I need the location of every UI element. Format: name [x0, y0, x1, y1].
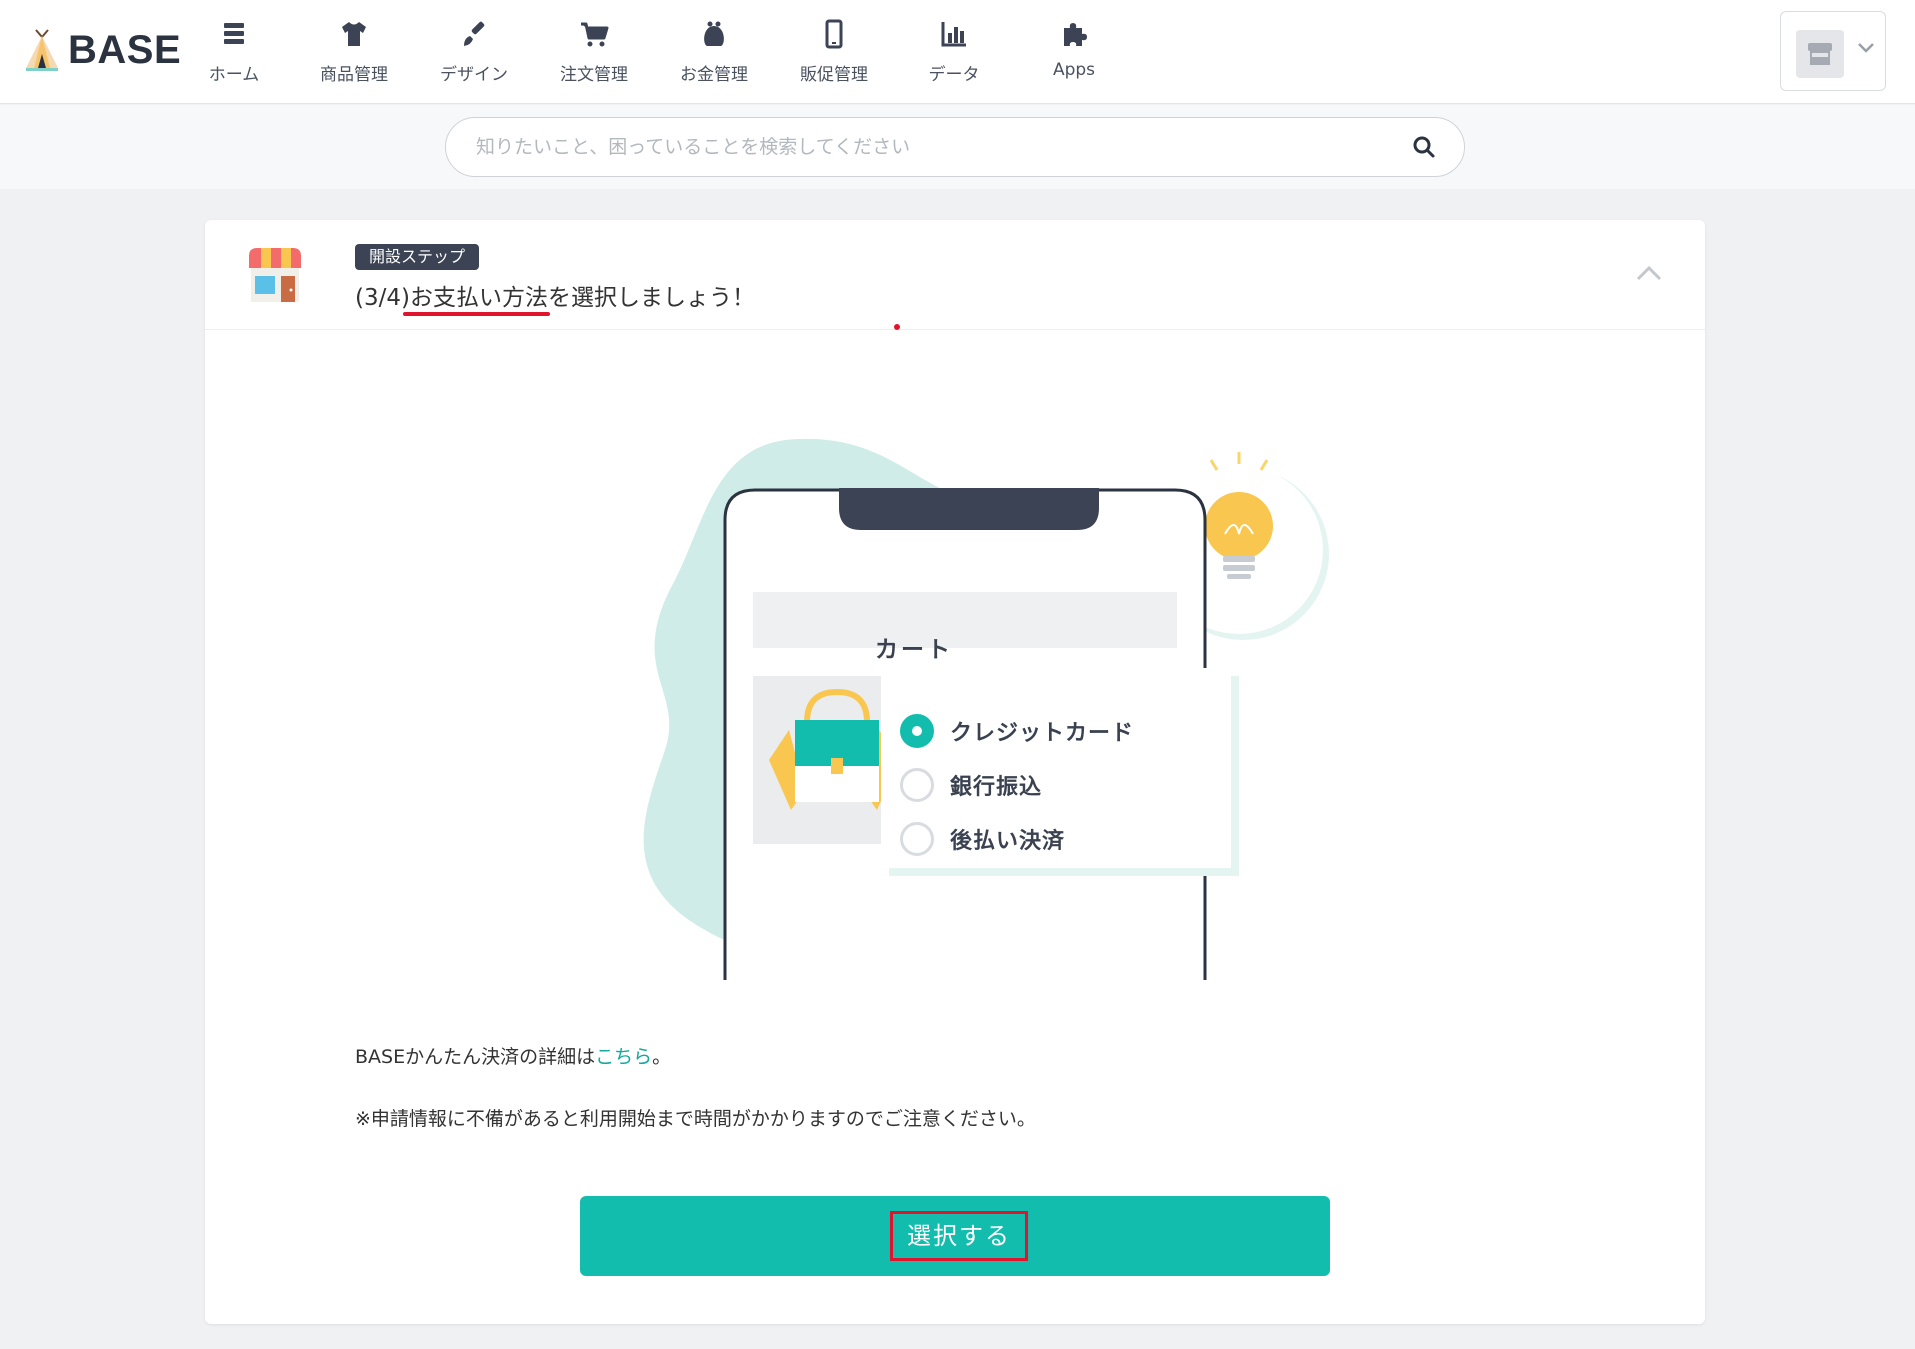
step-badge: 開設ステップ: [355, 244, 480, 270]
nav-item-apps[interactable]: Apps: [1014, 0, 1134, 104]
radio-unselected[interactable]: [900, 768, 934, 802]
radio-selected[interactable]: [900, 714, 934, 748]
storefront-icon: [1808, 43, 1832, 65]
payment-options-panel: クレジットカード 銀行振込 後払い決済: [865, 701, 1205, 901]
notice-text: ※申請情報に不備があると利用開始まで時間がかかりますのでご注意ください。: [355, 1108, 1036, 1130]
cart-icon: [581, 22, 609, 47]
setup-step-card: 開設ステップ (3/4)お支払い方法を選択しましょう！ カート クレジットカード…: [205, 220, 1705, 1324]
home-list-icon: [224, 23, 244, 44]
nav-label-design: デザイン: [440, 65, 508, 85]
payment-option-credit-card[interactable]: クレジットカード: [900, 714, 1134, 748]
smartphone-icon: [825, 19, 843, 49]
help-search-input[interactable]: [476, 118, 1396, 176]
annotation-dot: [894, 324, 900, 330]
coin-purse-icon: [704, 21, 724, 46]
nav-item-data[interactable]: データ: [894, 0, 1014, 104]
title-underline-highlight: [403, 312, 550, 316]
nav-label-money: お金管理: [680, 65, 748, 85]
main-nav: ホーム 商品管理 デザイン 注文管理 お金管理 販促管理 データ Apps: [174, 0, 1134, 104]
info-suffix: 。: [652, 1046, 672, 1068]
payment-option-deferred[interactable]: 後払い決済: [900, 822, 1065, 856]
nav-label-home: ホーム: [208, 65, 260, 85]
shop-avatar: [1796, 30, 1844, 78]
nav-label-data: データ: [928, 65, 980, 85]
bar-chart-icon: [941, 22, 966, 47]
help-search-box: [445, 117, 1465, 177]
nav-item-home[interactable]: ホーム: [174, 0, 294, 104]
nav-item-products[interactable]: 商品管理: [294, 0, 414, 104]
nav-label-products: 商品管理: [320, 65, 388, 85]
card-header[interactable]: 開設ステップ (3/4)お支払い方法を選択しましょう！: [205, 220, 1705, 330]
chevron-up-icon[interactable]: [1635, 264, 1663, 282]
nav-item-promotion[interactable]: 販促管理: [774, 0, 894, 104]
nav-item-design[interactable]: デザイン: [414, 0, 534, 104]
tshirt-icon: [342, 22, 366, 46]
select-button[interactable]: 選択する: [580, 1196, 1330, 1276]
brand-name: BASE: [68, 27, 182, 72]
radio-unselected[interactable]: [900, 822, 934, 856]
step-title: (3/4)お支払い方法を選択しましょう！: [355, 285, 755, 311]
tipi-logo-icon: [26, 29, 58, 71]
info-prefix: BASEかんたん決済の詳細は: [355, 1046, 596, 1068]
nav-label-orders: 注文管理: [560, 65, 628, 85]
select-button-label: 選択する: [890, 1211, 1028, 1261]
search-icon[interactable]: [1412, 135, 1436, 159]
nav-item-orders[interactable]: 注文管理: [534, 0, 654, 104]
top-navigation: BASE ホーム 商品管理 デザイン 注文管理 お金管理 販促管理 データ Ap…: [0, 0, 1915, 104]
shop-account-menu[interactable]: [1780, 11, 1886, 91]
payment-option-label: 後払い決済: [950, 829, 1066, 854]
puzzle-icon: [1064, 23, 1087, 46]
payment-option-label: 銀行振込: [950, 775, 1043, 800]
search-band: [0, 105, 1915, 189]
payment-option-label: クレジットカード: [950, 721, 1135, 746]
nav-label-apps: Apps: [1052, 60, 1096, 80]
payment-info-text: BASEかんたん決済の詳細はこちら。: [355, 1042, 671, 1069]
nav-label-promotion: 販促管理: [800, 65, 868, 85]
brush-icon: [464, 21, 485, 46]
chevron-down-icon: [1858, 43, 1874, 53]
payment-option-bank-transfer[interactable]: 銀行振込: [900, 768, 1042, 802]
shop-illustration-icon: [249, 248, 301, 302]
base-logo[interactable]: BASE: [24, 26, 181, 74]
details-link[interactable]: こちら: [595, 1046, 652, 1068]
nav-item-money[interactable]: お金管理: [654, 0, 774, 104]
cart-label: カート: [875, 637, 953, 663]
